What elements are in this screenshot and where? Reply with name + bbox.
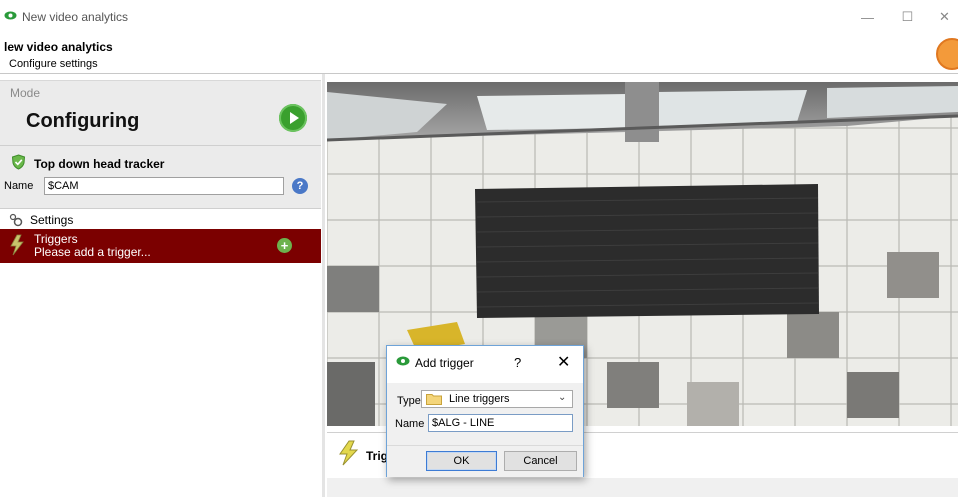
minimize-button[interactable]: —	[845, 2, 890, 32]
start-button[interactable]	[279, 104, 307, 132]
panel-splitter[interactable]	[322, 74, 325, 497]
dialog-title: Add trigger	[415, 356, 474, 370]
lightning-icon	[10, 234, 24, 256]
mode-value: Configuring	[26, 110, 140, 132]
ok-button[interactable]: OK	[426, 451, 497, 471]
close-button[interactable]: ✕	[922, 2, 958, 32]
page-title: lew video analytics	[4, 40, 113, 54]
lightning-icon	[339, 440, 359, 466]
triggers-label: Triggers	[34, 232, 78, 246]
folder-icon	[426, 394, 442, 405]
type-value: Line triggers	[449, 393, 510, 405]
settings-icon	[9, 213, 23, 227]
name-input[interactable]	[44, 177, 284, 195]
dialog-name-input[interactable]	[428, 414, 573, 432]
dialog-name-label: Name	[395, 418, 425, 430]
cancel-button[interactable]: Cancel	[504, 451, 577, 471]
window-title: New video analytics	[22, 10, 129, 24]
help-icon[interactable]: ?	[292, 178, 308, 194]
window-titlebar	[0, 0, 958, 34]
add-trigger-button[interactable]: +	[277, 238, 292, 253]
mode-label: Mode	[10, 86, 41, 100]
name-label: Name	[4, 180, 34, 192]
bottom-area	[327, 478, 958, 497]
dialog-help-button[interactable]: ?	[514, 355, 521, 370]
chevron-down-icon: ⌄	[558, 392, 567, 403]
trigger-strip-label: Trig	[366, 449, 389, 463]
triggers-hint: Please add a trigger...	[34, 245, 151, 259]
play-icon	[290, 112, 299, 124]
tracker-title: Top down head tracker	[34, 157, 165, 171]
shield-icon	[11, 154, 26, 170]
type-label: Type	[397, 395, 421, 407]
eye-icon	[396, 356, 410, 366]
dialog-close-button[interactable]: ✕	[557, 352, 570, 372]
help-badge-icon[interactable]	[936, 38, 958, 70]
eye-icon	[4, 11, 17, 20]
settings-label: Settings	[30, 213, 74, 227]
page-subtitle: Configure settings	[9, 58, 98, 70]
